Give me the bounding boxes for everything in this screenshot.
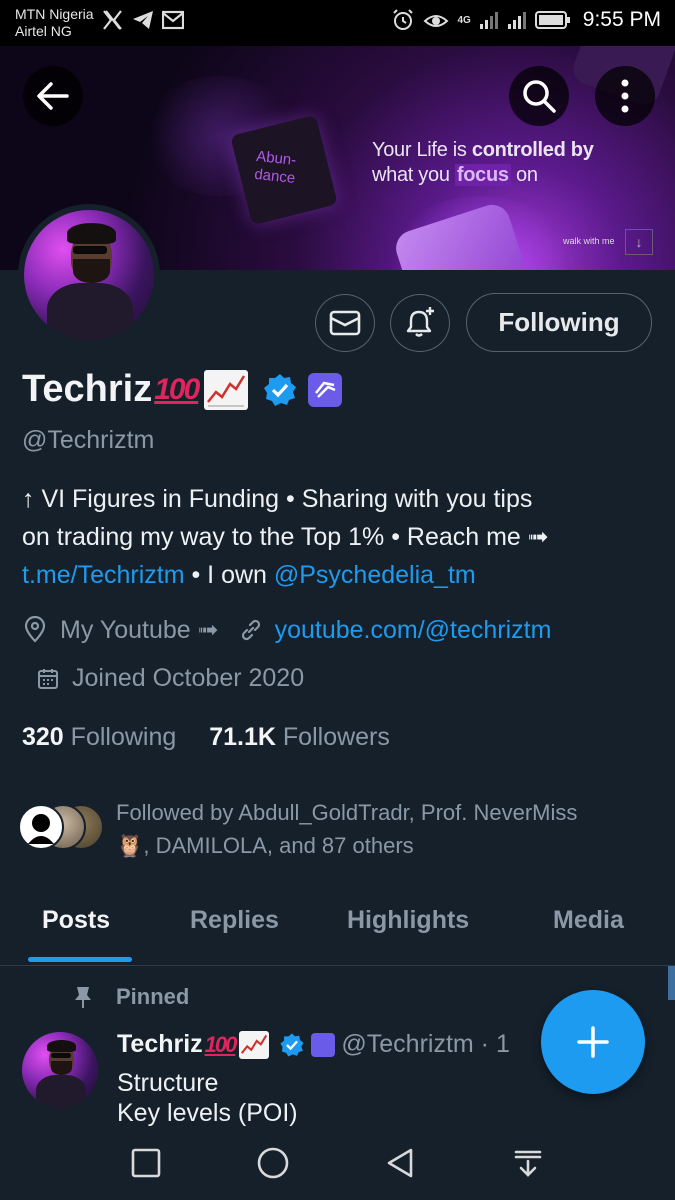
profile-bio: ↑ VI Figures in Funding • Sharing with y… xyxy=(22,485,549,589)
banner-quote: Your Life is controlled by what you focu… xyxy=(372,139,594,186)
tab-replies[interactable]: Replies xyxy=(190,906,279,935)
carrier-info: MTN Nigeria Airtel NG xyxy=(15,6,94,40)
avatar-image xyxy=(24,210,154,340)
post-author-handle: @Techriztm · 1 xyxy=(341,1030,510,1058)
square-icon xyxy=(131,1148,161,1178)
verified-badge-icon xyxy=(280,1032,304,1057)
joined-date: Joined October 2020 xyxy=(72,664,305,692)
mail-icon xyxy=(329,310,361,336)
carrier-2: Airtel NG xyxy=(15,23,72,39)
tab-media[interactable]: Media xyxy=(553,906,624,935)
pin-icon xyxy=(75,987,91,1008)
eye-comfort-icon xyxy=(423,15,449,27)
follow-counts: 320 Following 71.1K Followers xyxy=(22,723,390,752)
plus-icon xyxy=(577,1026,609,1058)
telegram-link[interactable]: t.me/Techriztm xyxy=(22,561,185,589)
notification-pull-button[interactable] xyxy=(503,1140,553,1186)
system-icons: 4G 9:55 PM xyxy=(391,8,661,32)
bell-plus-icon xyxy=(406,307,434,337)
scrollbar[interactable] xyxy=(668,966,675,1000)
recents-button[interactable] xyxy=(121,1140,171,1186)
android-nav-bar xyxy=(0,1128,675,1200)
link-icon xyxy=(241,619,260,641)
followed-by-text[interactable]: Followed by Abdull_GoldTradr, Prof. Neve… xyxy=(116,796,656,862)
back-nav-button[interactable] xyxy=(375,1140,425,1186)
calendar-icon xyxy=(38,668,58,689)
chart-increasing-icon xyxy=(239,1030,270,1059)
arrow-left-icon xyxy=(37,82,69,110)
profile-tabs: Posts Replies Highlights Media xyxy=(0,880,675,966)
triangle-back-icon xyxy=(387,1148,413,1178)
telegram-icon xyxy=(133,11,153,29)
signal-icon-2 xyxy=(507,12,526,29)
network-type: 4G xyxy=(457,14,471,26)
active-tab-indicator xyxy=(28,957,132,962)
affiliate-badge-icon xyxy=(311,1032,336,1057)
carrier-1: MTN Nigeria xyxy=(15,6,94,22)
verified-badge-icon[interactable] xyxy=(262,372,298,408)
location-text: My Youtube ➟ xyxy=(60,616,219,644)
pinned-label: Pinned xyxy=(116,984,190,1009)
back-button[interactable] xyxy=(23,66,83,126)
circle-icon xyxy=(257,1147,289,1179)
follower-avatar-1 xyxy=(18,804,64,850)
profile-meta: My Youtube ➟ youtube.com/@techriztm xyxy=(22,615,551,645)
home-button[interactable] xyxy=(248,1140,298,1186)
banner-caption: walk with me xyxy=(563,236,615,246)
followers-count-link[interactable]: 71.1K Followers xyxy=(209,723,390,751)
post-author-name: Techriz xyxy=(117,1030,203,1058)
pull-down-icon xyxy=(514,1150,542,1177)
hundred-emoji-icon: 100 xyxy=(154,372,200,406)
post-text[interactable]: Structure Key levels (POI) xyxy=(117,1068,537,1128)
following-button[interactable]: Following xyxy=(466,293,652,352)
affiliate-badge-icon[interactable] xyxy=(308,372,343,407)
post-header[interactable]: Techriz 100 @Techriztm · 1 xyxy=(117,1030,510,1059)
joined-row: Joined October 2020 xyxy=(36,664,304,693)
mention-link[interactable]: @Psychedelia_tm xyxy=(274,561,476,589)
status-bar: MTN Nigeria Airtel NG 4G 9:55 PM xyxy=(0,0,675,46)
location-icon xyxy=(24,616,46,643)
notifications-button[interactable] xyxy=(390,294,450,352)
profile-name: Techriz 100 xyxy=(22,368,343,411)
battery-icon xyxy=(534,11,570,29)
banner-arrow-icon: ↓ xyxy=(625,229,653,255)
tab-posts[interactable]: Posts xyxy=(42,906,110,935)
x-app-icon xyxy=(103,10,122,30)
hundred-emoji-icon: 100 xyxy=(204,1031,238,1057)
more-vertical-icon xyxy=(621,79,629,113)
post-author-avatar[interactable] xyxy=(22,1032,98,1108)
clock: 9:55 PM xyxy=(582,8,661,31)
signal-icon xyxy=(479,12,498,29)
chart-increasing-icon xyxy=(204,369,249,410)
alarm-icon xyxy=(393,9,414,30)
gmail-icon xyxy=(162,10,184,30)
following-count-link[interactable]: 320 Following xyxy=(22,723,176,751)
tab-highlights[interactable]: Highlights xyxy=(347,906,469,935)
display-name: Techriz xyxy=(22,368,153,410)
more-button[interactable] xyxy=(595,66,655,126)
profile-avatar[interactable] xyxy=(18,204,160,346)
message-button[interactable] xyxy=(315,294,375,352)
notification-icons xyxy=(102,10,184,30)
website-link[interactable]: youtube.com/@techriztm xyxy=(275,616,552,645)
compose-post-button[interactable] xyxy=(541,990,645,1094)
pinned-label-row: Pinned xyxy=(72,984,189,1010)
banner-cube-text: Abun-dance xyxy=(253,147,298,187)
profile-handle: @Techriztm xyxy=(22,426,155,454)
search-button[interactable] xyxy=(509,66,569,126)
banner-cube: Abun-dance xyxy=(230,114,338,226)
search-icon xyxy=(523,80,556,113)
